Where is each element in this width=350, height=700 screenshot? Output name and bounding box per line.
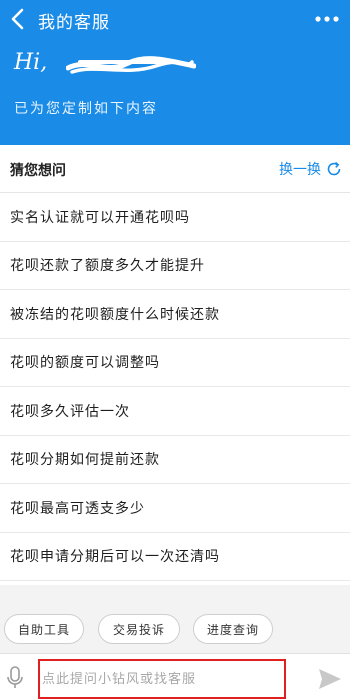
question-item[interactable]: 花呗还款了额度多久才能提升 <box>0 242 350 290</box>
question-item[interactable]: 花呗申请分期后可以一次还清吗 <box>0 533 350 581</box>
faq-title: 猜您想问 <box>10 163 66 179</box>
question-item[interactable]: 花呗最高可透支多少 <box>0 484 350 533</box>
question-item[interactable]: 被冻结的花呗额度什么时候还款 <box>0 290 350 339</box>
greeting-subtitle: 已为您定制如下内容 <box>14 101 158 117</box>
question-item[interactable]: 花呗分期如何提前还款 <box>0 436 350 484</box>
input-bar <box>0 653 350 700</box>
more-dots-icon[interactable] <box>314 10 340 28</box>
header: 我的客服 Hi, 已为您定制如下内容 <box>0 0 350 145</box>
page-title: 我的客服 <box>38 13 110 33</box>
question-item[interactable]: 花呗多久评估一次 <box>0 387 350 436</box>
greeting: Hi, <box>14 50 314 84</box>
question-input[interactable] <box>38 659 286 699</box>
nav-bar: 我的客服 <box>0 0 350 38</box>
mic-icon[interactable] <box>6 666 24 690</box>
back-chevron-icon[interactable] <box>6 6 30 32</box>
shortcut-bar: 自助工具 交易投诉 进度查询 <box>0 605 350 653</box>
question-list: 实名认证就可以开通花呗吗 花呗还款了额度多久才能提升 被冻结的花呗额度什么时候还… <box>0 193 350 581</box>
chip-self-service-tools[interactable]: 自助工具 <box>4 614 84 644</box>
faq-card: 猜您想问 换一换 实名认证就可以开通花呗吗 花呗还款了额度多久才能提升 被冻结的… <box>0 145 350 585</box>
question-item[interactable]: 花呗的额度可以调整吗 <box>0 339 350 387</box>
chip-progress-query[interactable]: 进度查询 <box>193 614 273 644</box>
chip-transaction-complaint[interactable]: 交易投诉 <box>98 614 180 644</box>
send-icon[interactable] <box>318 668 342 690</box>
redacted-username <box>66 56 196 74</box>
greeting-hi: Hi, <box>14 50 48 75</box>
refresh-label: 换一换 <box>279 162 321 178</box>
question-item[interactable]: 实名认证就可以开通花呗吗 <box>0 193 350 242</box>
refresh-button[interactable]: 换一换 <box>279 159 342 179</box>
faq-header: 猜您想问 换一换 <box>0 145 350 193</box>
refresh-icon <box>327 161 341 176</box>
